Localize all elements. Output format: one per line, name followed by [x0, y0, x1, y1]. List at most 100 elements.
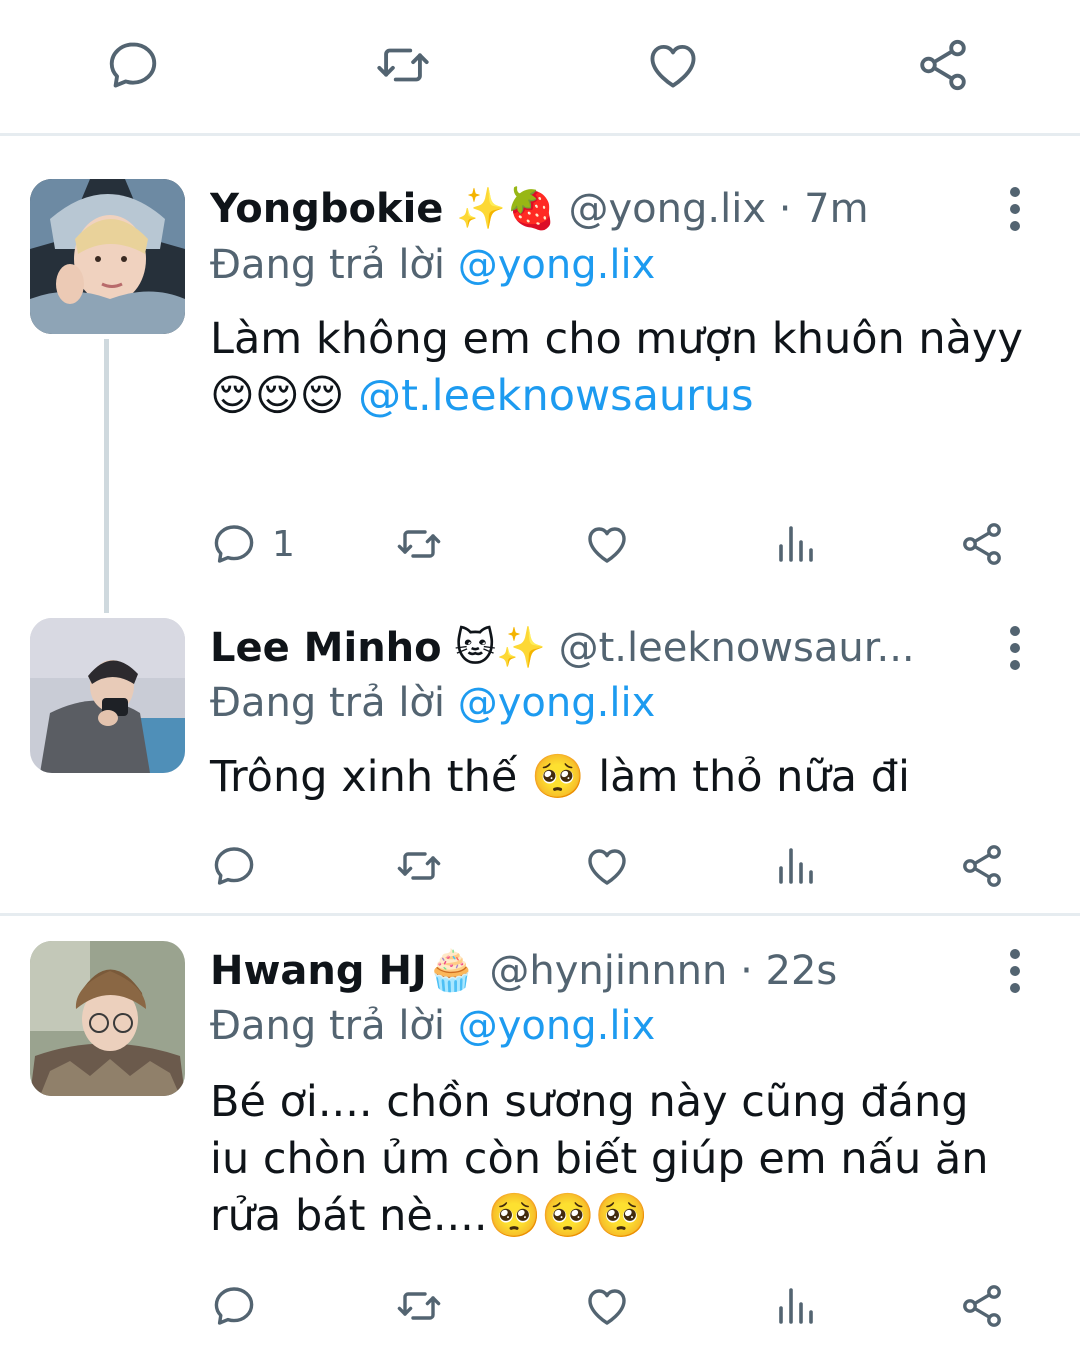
more-options-button[interactable]	[1000, 946, 1030, 996]
replying-prefix: Đang trả lời	[210, 680, 446, 726]
share-button[interactable]	[958, 514, 1006, 574]
like-icon	[588, 1289, 626, 1325]
analytics-button[interactable]	[771, 514, 819, 574]
display-name[interactable]: Yongbokie	[210, 186, 443, 232]
tweet-yongbokie[interactable]: Yongbokie ✨🍓 @yong.lix · 7m Đang trả lời…	[0, 139, 1080, 613]
replying-mention[interactable]: @yong.lix	[458, 242, 656, 288]
name-emoji: 🐱✨	[454, 625, 546, 671]
tweet-lee-minho[interactable]: Lee Minho 🐱✨ @t.leeknowsaur... Đang trả …	[0, 613, 1080, 913]
share-button[interactable]	[958, 1276, 1006, 1336]
avatar-hwang-hj-image	[30, 941, 185, 1096]
more-dot	[1010, 626, 1020, 636]
tweet-text-line: 😌😌😌 @t.leeknowsaurus	[210, 368, 1025, 425]
more-dot	[1010, 187, 1020, 197]
more-dot	[1010, 221, 1020, 231]
tweet-action-bar	[210, 1276, 1020, 1336]
thread-line	[104, 339, 109, 613]
reply-button[interactable]: 1	[210, 514, 295, 574]
avatar[interactable]	[30, 941, 185, 1096]
more-options-button[interactable]	[1000, 184, 1030, 234]
replying-mention[interactable]: @yong.lix	[458, 680, 656, 726]
analytics-icon	[779, 1288, 813, 1324]
like-button[interactable]	[583, 1276, 631, 1336]
tweet-text: Bé ơi.... chồn sương này cũng đáng iu ch…	[210, 1074, 1020, 1245]
replying-prefix: Đang trả lời	[210, 242, 446, 288]
emoji-pleading: 🥺🥺🥺	[487, 1191, 649, 1241]
user-handle[interactable]: @t.leeknowsaur...	[559, 625, 915, 671]
reply-icon	[109, 42, 157, 88]
avatar[interactable]	[30, 618, 185, 773]
like-icon	[588, 527, 626, 563]
replying-to: Đang trả lời @yong.lix	[210, 998, 655, 1054]
tweet-text-part: làm thỏ nữa đi	[598, 752, 910, 802]
avatar-yongbokie-image	[30, 179, 185, 334]
replying-mention[interactable]: @yong.lix	[458, 1003, 656, 1049]
like-button[interactable]	[583, 836, 631, 896]
reply-count: 1	[272, 523, 295, 565]
replying-prefix: Đang trả lời	[210, 1003, 446, 1049]
emoji-pleading: 🥺	[531, 752, 585, 802]
retweet-button[interactable]	[368, 30, 438, 100]
more-dot	[1010, 660, 1020, 670]
tweet-header: Yongbokie ✨🍓 @yong.lix · 7m	[210, 179, 990, 239]
emoji-relieved: 😌😌😌	[210, 371, 345, 421]
like-icon	[588, 849, 626, 885]
share-icon	[963, 1285, 1001, 1327]
reply-icon	[214, 525, 254, 563]
tweet-text: Làm không em cho mượn khuôn nàyy 😌😌😌 @t.…	[210, 311, 1025, 425]
replying-to: Đang trả lời @yong.lix	[210, 675, 655, 731]
analytics-icon	[779, 848, 813, 884]
reply-button[interactable]	[98, 30, 168, 100]
share-button[interactable]	[908, 30, 978, 100]
separator-dot: ·	[740, 948, 753, 994]
user-handle[interactable]: @hynjinnnn	[489, 948, 727, 994]
display-name[interactable]: Lee Minho	[210, 625, 442, 671]
analytics-button[interactable]	[771, 836, 819, 896]
retweet-icon	[397, 1292, 441, 1320]
tweet-text: Trông xinh thế 🥺 làm thỏ nữa đi	[210, 749, 1025, 806]
avatar[interactable]	[30, 179, 185, 334]
user-handle[interactable]: @yong.lix	[568, 186, 766, 232]
name-emoji: ✨🍓	[456, 186, 556, 232]
like-button[interactable]	[583, 514, 631, 574]
tweet-action-bar	[210, 836, 1020, 896]
tweet-header: Lee Minho 🐱✨ @t.leeknowsaur...	[210, 618, 990, 678]
reply-icon	[214, 847, 254, 885]
separator-dot: ·	[778, 186, 792, 232]
tweet-header: Hwang HJ🧁 @hynjinnnn · 22s	[210, 941, 990, 1001]
more-options-button[interactable]	[1000, 623, 1030, 673]
like-icon	[650, 44, 696, 88]
reply-icon	[214, 1287, 254, 1325]
like-button[interactable]	[638, 30, 708, 100]
timestamp[interactable]: 7m	[804, 186, 868, 232]
share-icon	[920, 39, 966, 91]
more-dot	[1010, 643, 1020, 653]
tweet-action-bar: 1	[210, 514, 1020, 574]
more-dot	[1010, 949, 1020, 959]
replying-to: Đang trả lời @yong.lix	[210, 237, 655, 293]
retweet-button[interactable]	[395, 1276, 443, 1336]
avatar-lee-minho-image	[30, 618, 185, 773]
share-icon	[963, 523, 1001, 565]
analytics-button[interactable]	[771, 1276, 819, 1336]
tweet-hwang-hj[interactable]: Hwang HJ🧁 @hynjinnnn · 22s Đang trả lời …	[0, 916, 1080, 1355]
more-dot	[1010, 983, 1020, 993]
name-emoji: 🧁	[426, 948, 477, 994]
parent-tweet-action-bar	[0, 0, 1080, 136]
display-name[interactable]: Hwang HJ	[210, 948, 427, 994]
retweet-icon	[377, 48, 429, 82]
retweet-icon	[397, 530, 441, 558]
share-button[interactable]	[958, 836, 1006, 896]
tweet-text-line: Làm không em cho mượn khuôn nàyy	[210, 314, 1023, 364]
reply-button[interactable]	[210, 836, 258, 896]
reply-button[interactable]	[210, 1276, 258, 1336]
retweet-icon	[397, 852, 441, 880]
more-dot	[1010, 966, 1020, 976]
timestamp[interactable]: 22s	[766, 948, 838, 994]
mention-link[interactable]: @t.leeknowsaurus	[358, 371, 753, 421]
retweet-button[interactable]	[395, 836, 443, 896]
more-dot	[1010, 204, 1020, 214]
retweet-button[interactable]	[395, 514, 443, 574]
analytics-icon	[779, 526, 813, 562]
tweet-text-part: Trông xinh thế	[210, 752, 518, 802]
